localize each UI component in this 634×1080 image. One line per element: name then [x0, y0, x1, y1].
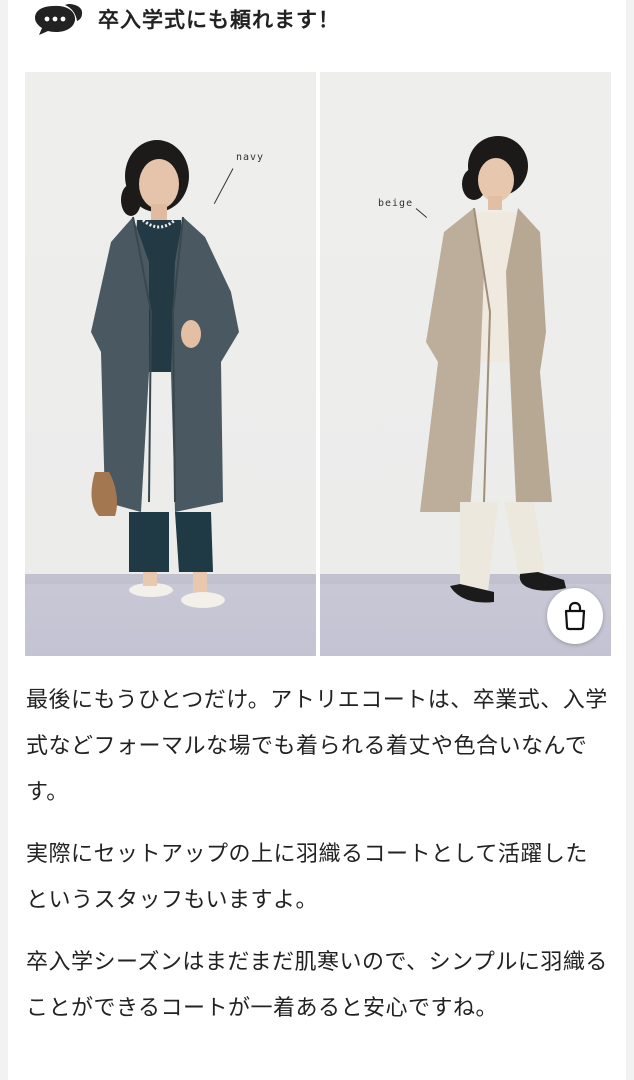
model-beige-figure: [420, 136, 566, 603]
color-label-navy: navy: [236, 152, 265, 163]
heading-title: 卒入学式にも頼れます！: [98, 8, 340, 32]
section-heading: 卒入学式にも頼れます！: [32, 0, 340, 38]
color-label-beige: beige: [378, 198, 414, 209]
paragraph-2: 実際にセットアップの上に羽織るコートとして活躍したというスタッフもいますよ。: [26, 842, 588, 913]
article-body: 最後にもうひとつだけ。アトリエコートは、卒業式、入学式などフォーマルな場でも着ら…: [26, 678, 610, 1048]
article-page: 卒入学式にも頼れます！ navy beige 最後にもうひとつだけ。アトリエコー…: [8, 0, 626, 1080]
speech-bubble-icon: [35, 4, 83, 35]
paragraph-3: 卒入学シーズンはまだまだ肌寒いので、シンプルに羽織ることができるコートが一着ある…: [26, 950, 608, 1021]
photo-navy-coat: navy: [25, 72, 316, 656]
photo-beige-coat: beige: [320, 72, 611, 656]
model-navy-figure: [91, 140, 239, 608]
paragraph-1: 最後にもうひとつだけ。アトリエコートは、卒業式、入学式などフォーマルな場でも着ら…: [26, 688, 608, 805]
shopping-bag-icon: [564, 601, 586, 631]
product-photo: navy beige: [25, 72, 611, 656]
shopping-bag-button[interactable]: [547, 588, 603, 644]
